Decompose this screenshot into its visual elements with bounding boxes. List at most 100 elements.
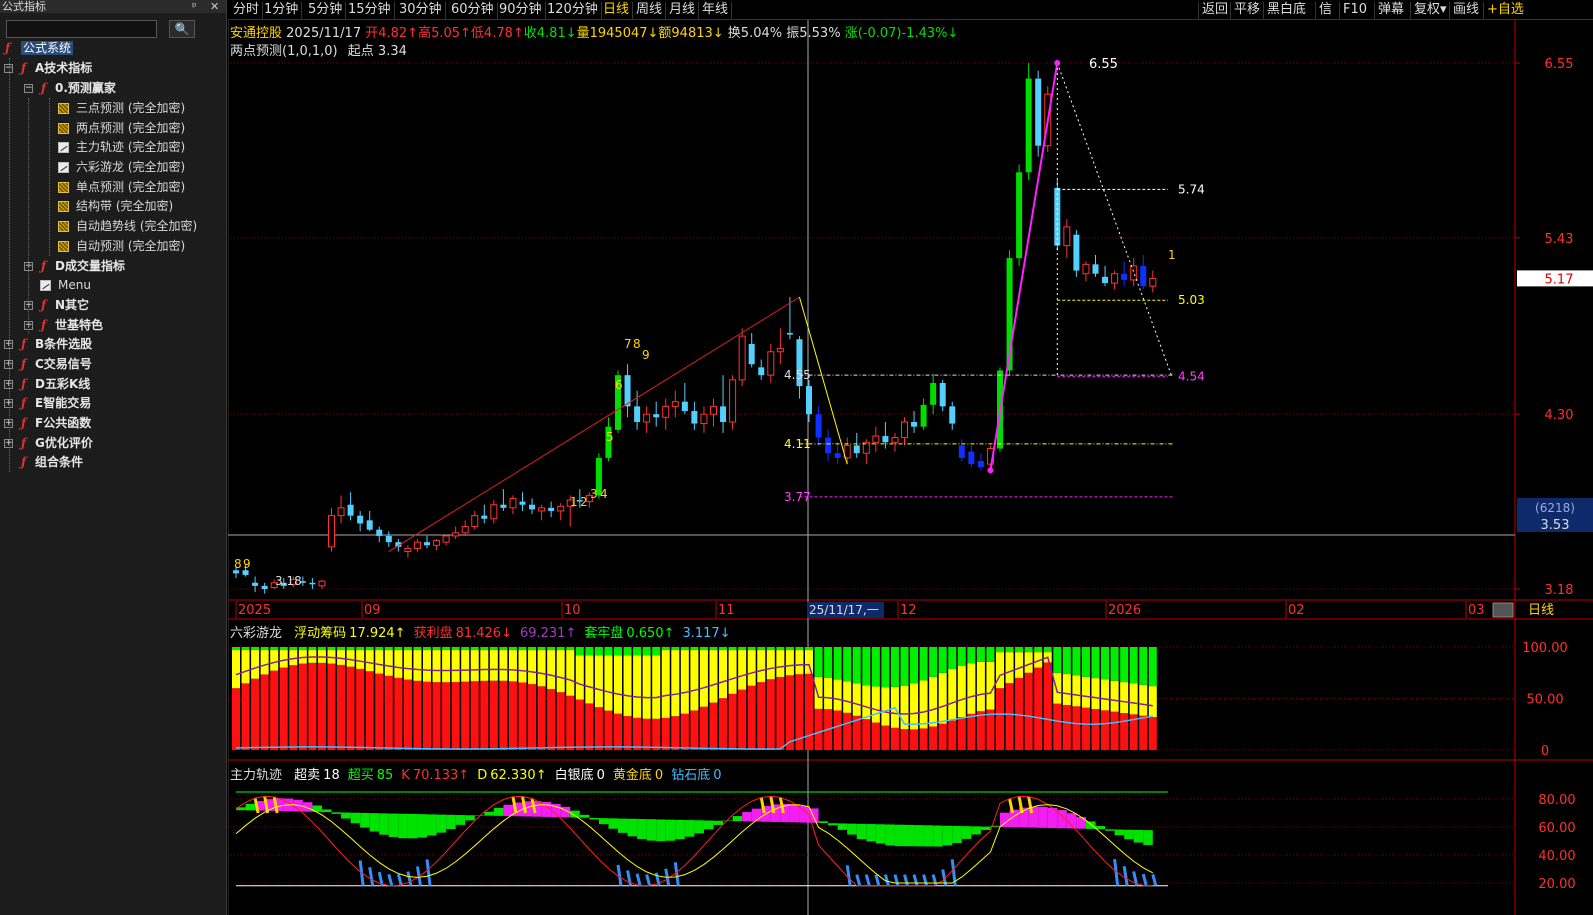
sub2-bottom-bar [635,873,642,887]
candle-body [1035,78,1042,146]
sub1-bar-yellow [910,683,919,730]
formula-group-icon: ƒ [21,436,27,450]
sub2-name[interactable]: 主力轨迹 [230,768,282,783]
tree-node[interactable]: + ƒ N其它 [24,296,89,314]
encrypted-formula-icon [58,241,69,252]
sub1-tick-label: 100.00 [1522,641,1568,656]
sub1-bar-green [614,647,622,656]
candle-body [461,526,469,534]
sub1-bar-yellow [652,655,661,719]
tree-node[interactable]: − ƒ A技术指标 [4,59,92,77]
sub1-bar-red [747,685,756,750]
sub1-bar-red [1034,667,1043,750]
tree-node[interactable]: Menu [24,276,91,294]
chart-area[interactable]: 分时 1分钟 5分钟 15分钟 30分钟 60分钟 90分钟 120分钟 日线 周线 月线 年线 返回平… [228,0,1593,915]
search-input[interactable] [6,20,157,38]
sub2-bottom-bar [864,874,871,887]
count-mark: 8 [234,557,242,571]
sub1-bar-green [423,647,431,651]
sub1-bar-yellow [805,650,813,674]
sub1-name[interactable]: 六彩游龙 [230,626,282,641]
sub1-bar-red [260,674,269,750]
search-icon[interactable]: 🔍 [169,20,195,38]
tree-node[interactable]: ƒ 公式系统 [5,39,74,57]
candle-body [538,507,546,512]
sub1-bar-red [384,675,393,750]
tree-node[interactable]: ƒ 组合条件 [4,453,83,471]
sub2-band [856,823,867,840]
tree-node[interactable]: 自动趋势线 (完全加密) [58,217,197,235]
sub1-bar-red [451,682,460,750]
sub1-bar-yellow [833,679,842,711]
sub1-bar-yellow [785,650,794,676]
sub1-legend-label: 获利盘 [413,626,453,641]
sub1-bar-yellow [776,650,785,677]
tree-node[interactable]: + ƒ B条件选股 [4,335,92,353]
sub1-bar-red [661,717,670,750]
candle-body [548,507,555,511]
tree-node[interactable]: + ƒ D五彩K线 [4,375,90,393]
sub1-bar-yellow [1148,686,1157,718]
sub1-bar-red [642,718,651,750]
tree-node[interactable]: + ƒ E智能交易 [4,394,91,412]
close-icon[interactable]: ✕ [210,0,219,13]
tree-node[interactable]: + ƒ 世基特色 [24,316,103,334]
tree-node[interactable]: 结构带 (完全加密) [58,197,173,215]
sub2-band [455,815,466,825]
sub2-band [627,818,638,837]
tree-node[interactable]: 六彩游龙 (完全加密) [58,158,185,176]
sub1-bar-red [604,710,613,750]
sub1-bar-yellow [270,650,279,671]
sub1-bar-red [461,681,470,750]
tree-node-label: 自动预测 (完全加密) [76,239,186,253]
tree-node[interactable]: + ƒ D成交量指标 [24,257,125,275]
sub2-band [446,814,456,830]
tree-node[interactable]: 三点预测 (完全加密) [58,99,185,117]
tree-node-label: 两点预测 (完全加密) [76,121,186,135]
tree-node[interactable]: 两点预测 (完全加密) [58,119,185,137]
tree-node[interactable]: 自动预测 (完全加密) [58,237,185,255]
tree-node[interactable]: + ƒ G优化评价 [4,434,93,452]
tree-node-label: 0.预测赢家 [55,81,116,95]
sub1-bar-yellow [394,650,403,678]
sub2-band [980,826,991,830]
sub1-bar-yellow [537,650,546,687]
tree-node[interactable]: 单点预测 (完全加密) [58,178,185,196]
sub1-bar-green [289,647,298,651]
sub1-bar-red [566,695,575,750]
sub2-legend-label: 超卖 [294,768,321,783]
expand-toggle-icon[interactable]: − [24,84,33,93]
sub1-bar-green [317,647,326,651]
sub1-bar-red [508,681,517,750]
sub1-bar-red [1005,683,1014,750]
sub1-bar-yellow [1091,678,1100,710]
tree-node-label: 公式系统 [21,41,74,55]
sub1-bar-green [890,647,899,687]
candle-body [1121,273,1128,280]
tree-node[interactable]: − ƒ 0.预测赢家 [24,79,116,97]
candle-body [481,515,488,519]
candle-body [1140,265,1147,287]
sub1-bar-green [356,647,365,651]
tree-node-label: F公共函数 [35,416,92,430]
candle-body [872,435,880,443]
sub1-bar-green [461,647,470,651]
sub1-bar-red [1024,672,1033,750]
sub1-bar-yellow [699,650,708,707]
candle-body [500,504,507,508]
candle-body [1092,264,1099,274]
sub1-bar-red [996,688,1004,750]
tree-node[interactable]: + ƒ F公共函数 [4,414,91,432]
candle-body [1082,263,1090,275]
count-mark: 9 [642,348,650,362]
sub1-bar-red [948,720,957,750]
sub2-band [350,812,361,824]
rally-start-dot [987,467,994,474]
tree-node-label: N其它 [55,298,90,312]
count-mark: 2 [580,495,588,509]
scroll-handle [1492,602,1514,618]
tree-node[interactable]: + ƒ C交易信号 [4,355,92,373]
tree-node[interactable]: 主力轨迹 (完全加密) [58,138,185,156]
formula-group-icon: ƒ [21,416,27,430]
pin-icon[interactable]: ᵖ [192,0,197,13]
